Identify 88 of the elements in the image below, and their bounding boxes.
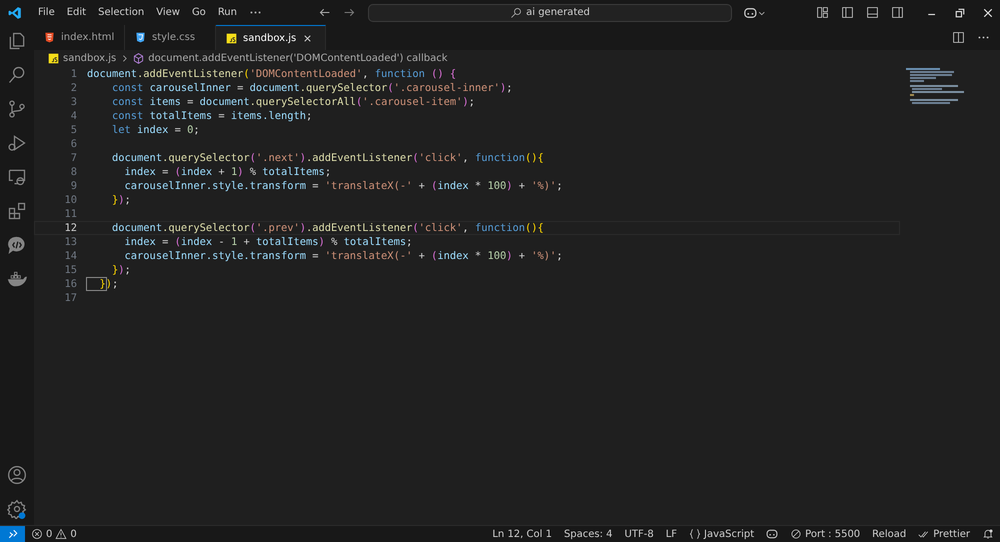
blocked-icon (790, 528, 802, 540)
whale-icon[interactable] (7, 269, 27, 289)
line-number: 14 (63, 250, 78, 262)
line-number: 15 (63, 264, 78, 276)
command-center-field[interactable]: ai generated (368, 4, 732, 22)
status-item[interactable]: UTF-8 (618, 528, 660, 540)
code-line: const items = document.querySelectorAll('.carousel-item'); (111, 96, 475, 108)
line-number: 7 (70, 152, 78, 164)
breadcrumb-item[interactable]: document.addEventListener('DOMContentLoaded') callback (148, 52, 448, 64)
editor-logo-icon (8, 6, 22, 20)
code-line: document.querySelector('.next').addEventListener('click', function(){ (111, 152, 544, 164)
breadcrumb-item[interactable]: sandbox.js (63, 52, 116, 64)
code-line: index = (index + 1) % totalItems; (124, 166, 332, 178)
back-arrow-icon[interactable] (318, 6, 331, 19)
menu-item[interactable]: View (150, 7, 186, 18)
code-line: }); (111, 264, 131, 276)
menu-item[interactable]: File (32, 7, 61, 18)
restore-icon[interactable] (954, 6, 966, 18)
remote-button[interactable] (0, 526, 25, 542)
code-line: let index = 0; (111, 124, 200, 136)
braces-icon (689, 528, 702, 540)
line-number: 17 (63, 292, 78, 304)
menu-item[interactable]: Run (212, 7, 243, 18)
code-line: carouselInner.style.transform = 'translateX(-' + (index * 100) + '%)'; (124, 180, 563, 192)
line-number: 11 (63, 208, 78, 220)
remote-icon (6, 528, 18, 540)
js-file-icon (226, 32, 237, 44)
close-icon[interactable] (302, 32, 314, 44)
code-line: document.querySelector('.prev').addEventListener('click', function(){ (111, 222, 544, 234)
menu-item[interactable]: Go (186, 7, 212, 18)
status-item[interactable]: Spaces: 4 (558, 528, 619, 540)
cube-icon (133, 52, 144, 64)
code-line: const totalItems = items.length; (111, 110, 312, 122)
language-mode[interactable]: JavaScript (683, 528, 760, 540)
menu-item[interactable]: Selection (92, 7, 150, 18)
line-number: 10 (63, 194, 78, 206)
monitor-icon[interactable] (7, 167, 27, 187)
editor-tab[interactable]: sandbox.js (216, 25, 326, 50)
menu-item[interactable]: Edit (60, 7, 92, 18)
code-line: }); (87, 278, 118, 290)
bell-icon[interactable] (982, 528, 994, 540)
panel-toggle-icon[interactable] (866, 6, 879, 19)
close-icon[interactable] (982, 6, 994, 18)
branch-icon[interactable] (7, 99, 27, 119)
sidebar-toggle-icon[interactable] (841, 6, 854, 19)
code-line: document.addEventListener('DOMContentLoaded', function () { (87, 68, 456, 80)
editor-tab[interactable]: index.html (34, 25, 125, 50)
layout-icon[interactable] (816, 6, 829, 19)
account-icon[interactable] (7, 465, 27, 485)
line-number: 1 (70, 68, 78, 80)
files-icon[interactable] (7, 31, 27, 51)
line-number: 9 (70, 180, 78, 192)
extensions-icon[interactable] (7, 201, 27, 221)
problems-indicator[interactable]: 0 0 (25, 528, 83, 540)
line-number: 4 (70, 110, 78, 122)
css-file-icon (135, 32, 146, 43)
code-line: carouselInner.style.transform = 'translateX(-' + (index * 100) + '%)'; (124, 250, 563, 262)
line-number: 3 (70, 96, 78, 108)
js-file-icon (48, 52, 59, 64)
warning-icon (55, 528, 68, 540)
settings-icon[interactable] (7, 499, 27, 519)
code-line: }); (111, 194, 131, 206)
search-icon[interactable] (7, 65, 27, 85)
live-server-port[interactable]: Port : 5500 (784, 528, 866, 540)
line-number: 12 (63, 222, 78, 234)
status-item[interactable]: Reload (866, 528, 912, 540)
status-item[interactable]: LF (660, 528, 684, 540)
line-number: 8 (70, 166, 78, 178)
prettier-status[interactable]: Prettier (912, 528, 976, 540)
line-number: 6 (70, 138, 78, 150)
copilot-menu-icon[interactable] (744, 6, 766, 20)
copilot-icon[interactable] (766, 528, 778, 540)
secondary-sidebar-icon[interactable] (891, 6, 904, 19)
line-number: 5 (70, 124, 78, 136)
line-number: 16 (63, 278, 78, 290)
code-line: const carouselInner = document.querySelector('.carousel-inner'); (111, 82, 512, 94)
minimap-drawing[interactable] (906, 68, 966, 104)
error-icon (31, 528, 43, 540)
split-editor-icon[interactable] (952, 31, 965, 44)
forward-arrow-icon[interactable] (343, 6, 356, 19)
line-number: 2 (70, 82, 78, 94)
search-icon (510, 6, 522, 18)
chat-bubble-icon[interactable] (7, 235, 27, 255)
run-debug-icon[interactable] (7, 133, 27, 153)
line-number: 13 (63, 236, 78, 248)
status-item[interactable]: Ln 12, Col 1 (486, 528, 558, 540)
code-line: index = (index - 1 + totalItems) % totalItems; (124, 236, 412, 248)
html-file-icon (44, 32, 55, 43)
